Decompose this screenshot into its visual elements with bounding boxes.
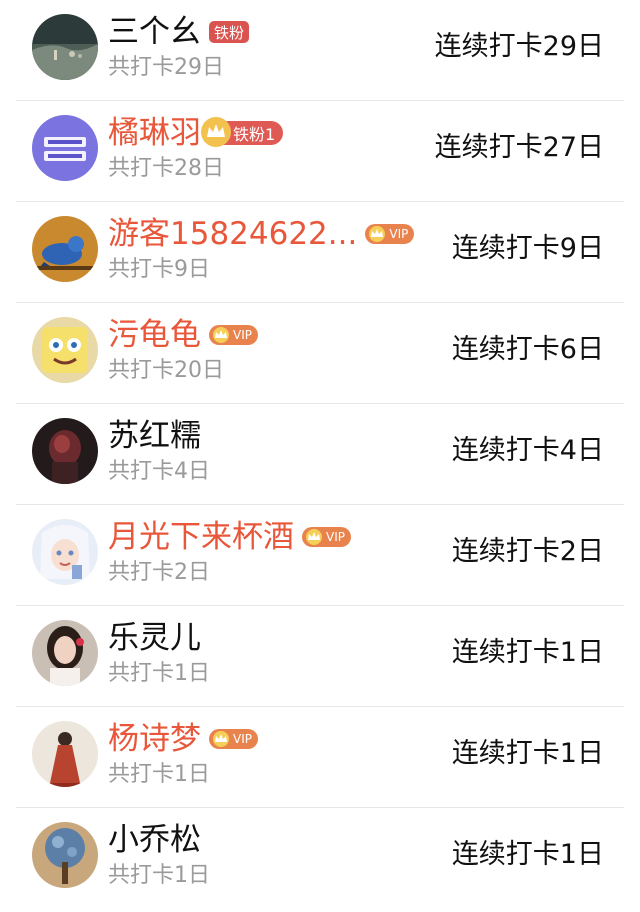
- checkin-ranking-list: 三个幺 铁粉 共打卡29日 连续打卡29日 橘琳羽 铁粉1 共打卡28日 连续打…: [0, 0, 640, 912]
- total-checkin-days: 共打卡1日: [108, 762, 210, 787]
- list-item[interactable]: 小乔松 共打卡1日 连续打卡1日: [0, 808, 640, 909]
- streak-checkin-days: 连续打卡9日: [451, 233, 604, 264]
- streak-checkin-days: 连续打卡2日: [451, 536, 604, 567]
- list-item[interactable]: 杨诗梦 VIP 共打卡1日 连续打卡1日: [0, 707, 640, 808]
- avatar[interactable]: [32, 721, 98, 787]
- list-item[interactable]: 游客15824622... VIP 共打卡9日 连续打卡9日: [0, 202, 640, 303]
- user-name[interactable]: 乐灵儿: [108, 619, 201, 657]
- list-item[interactable]: 苏红糯 共打卡4日 连续打卡4日: [0, 404, 640, 505]
- list-item[interactable]: 三个幺 铁粉 共打卡29日 连续打卡29日: [0, 0, 640, 101]
- total-checkin-days: 共打卡4日: [108, 459, 210, 484]
- streak-checkin-days: 连续打卡27日: [434, 132, 604, 163]
- user-name[interactable]: 杨诗梦: [108, 720, 201, 758]
- crown-icon: [213, 731, 229, 747]
- avatar[interactable]: [32, 418, 98, 484]
- list-item[interactable]: 污龟龟 VIP 共打卡20日 连续打卡6日: [0, 303, 640, 404]
- total-checkin-days: 共打卡1日: [108, 863, 210, 888]
- user-name[interactable]: 月光下来杯酒: [108, 518, 294, 556]
- avatar[interactable]: [32, 115, 98, 181]
- vip-badge: VIP: [365, 224, 415, 244]
- vip-badge: VIP: [302, 527, 351, 547]
- streak-checkin-days: 连续打卡6日: [451, 334, 604, 365]
- crown-icon: [369, 226, 386, 242]
- avatar[interactable]: [32, 519, 98, 585]
- user-name[interactable]: 小乔松: [108, 821, 201, 859]
- list-item[interactable]: 月光下来杯酒 VIP 共打卡2日 连续打卡2日: [0, 505, 640, 606]
- list-item[interactable]: 橘琳羽 铁粉1 共打卡28日 连续打卡27日: [0, 101, 640, 202]
- vip-badge-label: VIP: [233, 328, 252, 342]
- total-checkin-days: 共打卡2日: [108, 560, 210, 585]
- avatar[interactable]: [32, 317, 98, 383]
- streak-checkin-days: 连续打卡1日: [451, 738, 604, 769]
- fan-badge-label: 铁粉1: [233, 125, 276, 144]
- streak-checkin-days: 连续打卡29日: [434, 31, 604, 62]
- user-name[interactable]: 橘琳羽: [108, 114, 201, 152]
- vip-badge: VIP: [209, 729, 258, 749]
- user-name[interactable]: 三个幺: [108, 13, 201, 51]
- crown-icon: [213, 327, 229, 343]
- vip-badge-label: VIP: [233, 732, 252, 746]
- vip-badge-label: VIP: [389, 227, 409, 241]
- avatar[interactable]: [32, 822, 98, 888]
- avatar[interactable]: [32, 216, 98, 282]
- user-name[interactable]: 污龟龟: [108, 316, 201, 354]
- streak-checkin-days: 连续打卡4日: [451, 435, 604, 466]
- crown-icon: [201, 117, 231, 147]
- total-checkin-days: 共打卡1日: [108, 661, 210, 686]
- avatar[interactable]: [32, 14, 98, 80]
- user-name[interactable]: 苏红糯: [108, 417, 201, 455]
- fan-badge: 铁粉: [209, 21, 250, 43]
- vip-badge: VIP: [209, 325, 258, 345]
- streak-checkin-days: 连续打卡1日: [451, 839, 604, 870]
- vip-badge-label: VIP: [326, 530, 345, 544]
- total-checkin-days: 共打卡28日: [108, 156, 224, 181]
- total-checkin-days: 共打卡29日: [108, 55, 224, 80]
- total-checkin-days: 共打卡20日: [108, 358, 224, 383]
- avatar[interactable]: [32, 620, 98, 686]
- total-checkin-days: 共打卡9日: [108, 257, 210, 282]
- list-item[interactable]: 乐灵儿 共打卡1日 连续打卡1日: [0, 606, 640, 707]
- fan-level-badge: 铁粉1: [201, 117, 284, 147]
- user-name[interactable]: 游客15824622...: [108, 215, 357, 253]
- crown-icon: [306, 529, 322, 545]
- streak-checkin-days: 连续打卡1日: [451, 637, 604, 668]
